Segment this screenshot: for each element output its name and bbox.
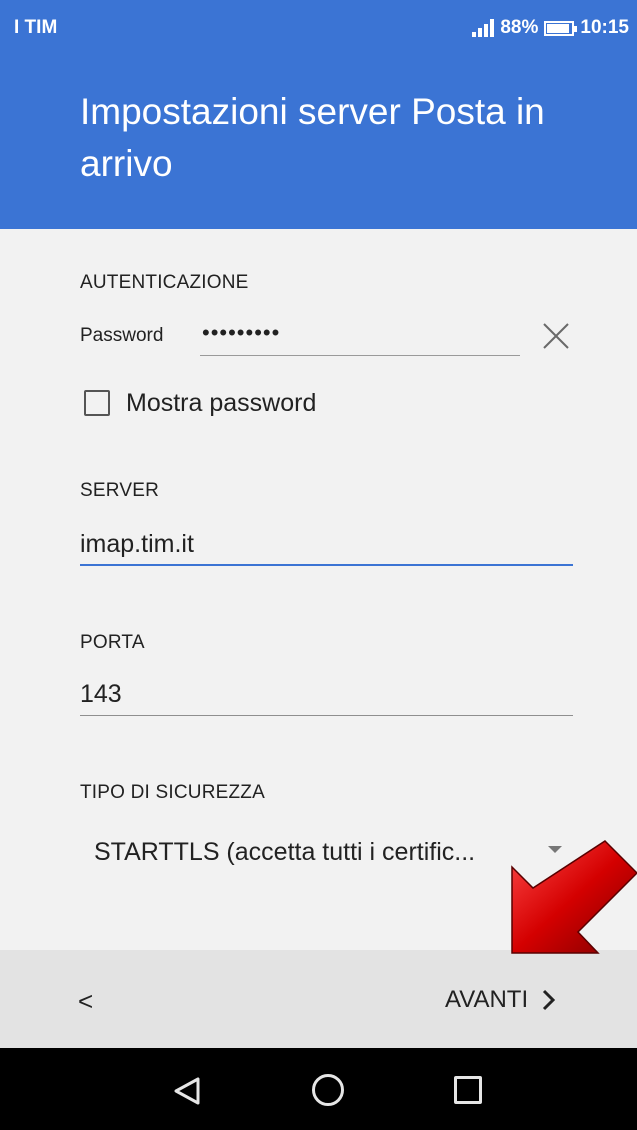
next-button[interactable]: AVANTI	[445, 986, 556, 1014]
carrier-name: I TIM	[14, 17, 58, 38]
auth-section-label: AUTENTICAZIONE	[80, 272, 249, 293]
next-button-label: AVANTI	[445, 986, 529, 1013]
red-arrow-annotation	[511, 840, 637, 954]
close-icon[interactable]	[540, 320, 572, 352]
port-underline	[80, 715, 573, 716]
port-input[interactable]: 143	[80, 680, 122, 709]
server-section-label: SERVER	[80, 480, 159, 501]
clock: 10:15	[580, 17, 629, 38]
battery-icon	[544, 20, 578, 36]
security-section-label: TIPO DI SICUREZZA	[80, 782, 265, 803]
status-bar: I TIM 88% 10:15	[0, 0, 637, 52]
back-button[interactable]: <	[78, 986, 93, 1017]
page-title: Impostazioni server Posta in arrivo	[80, 91, 545, 184]
password-input[interactable]: •••••••••	[202, 320, 280, 346]
back-triangle-icon[interactable]	[172, 1076, 202, 1106]
show-password-checkbox[interactable]	[84, 390, 110, 416]
battery-percent: 88%	[500, 17, 539, 38]
security-type-select[interactable]: STARTTLS (accetta tutti i certific...	[94, 838, 475, 867]
app-header: I TIM 88% 10:15 Impostazioni server Post…	[0, 0, 637, 229]
password-underline	[200, 355, 520, 356]
server-underline	[80, 564, 573, 566]
port-section-label: PORTA	[80, 632, 145, 653]
server-input[interactable]: imap.tim.it	[80, 530, 194, 559]
status-icons: 88% 10:15	[472, 17, 629, 39]
show-password-label[interactable]: Mostra password	[126, 389, 316, 418]
chevron-right-icon	[543, 989, 556, 1011]
signal-icon	[472, 19, 495, 37]
recent-square-icon[interactable]	[454, 1076, 482, 1104]
home-circle-icon[interactable]	[312, 1074, 344, 1106]
password-label: Password	[80, 325, 164, 346]
